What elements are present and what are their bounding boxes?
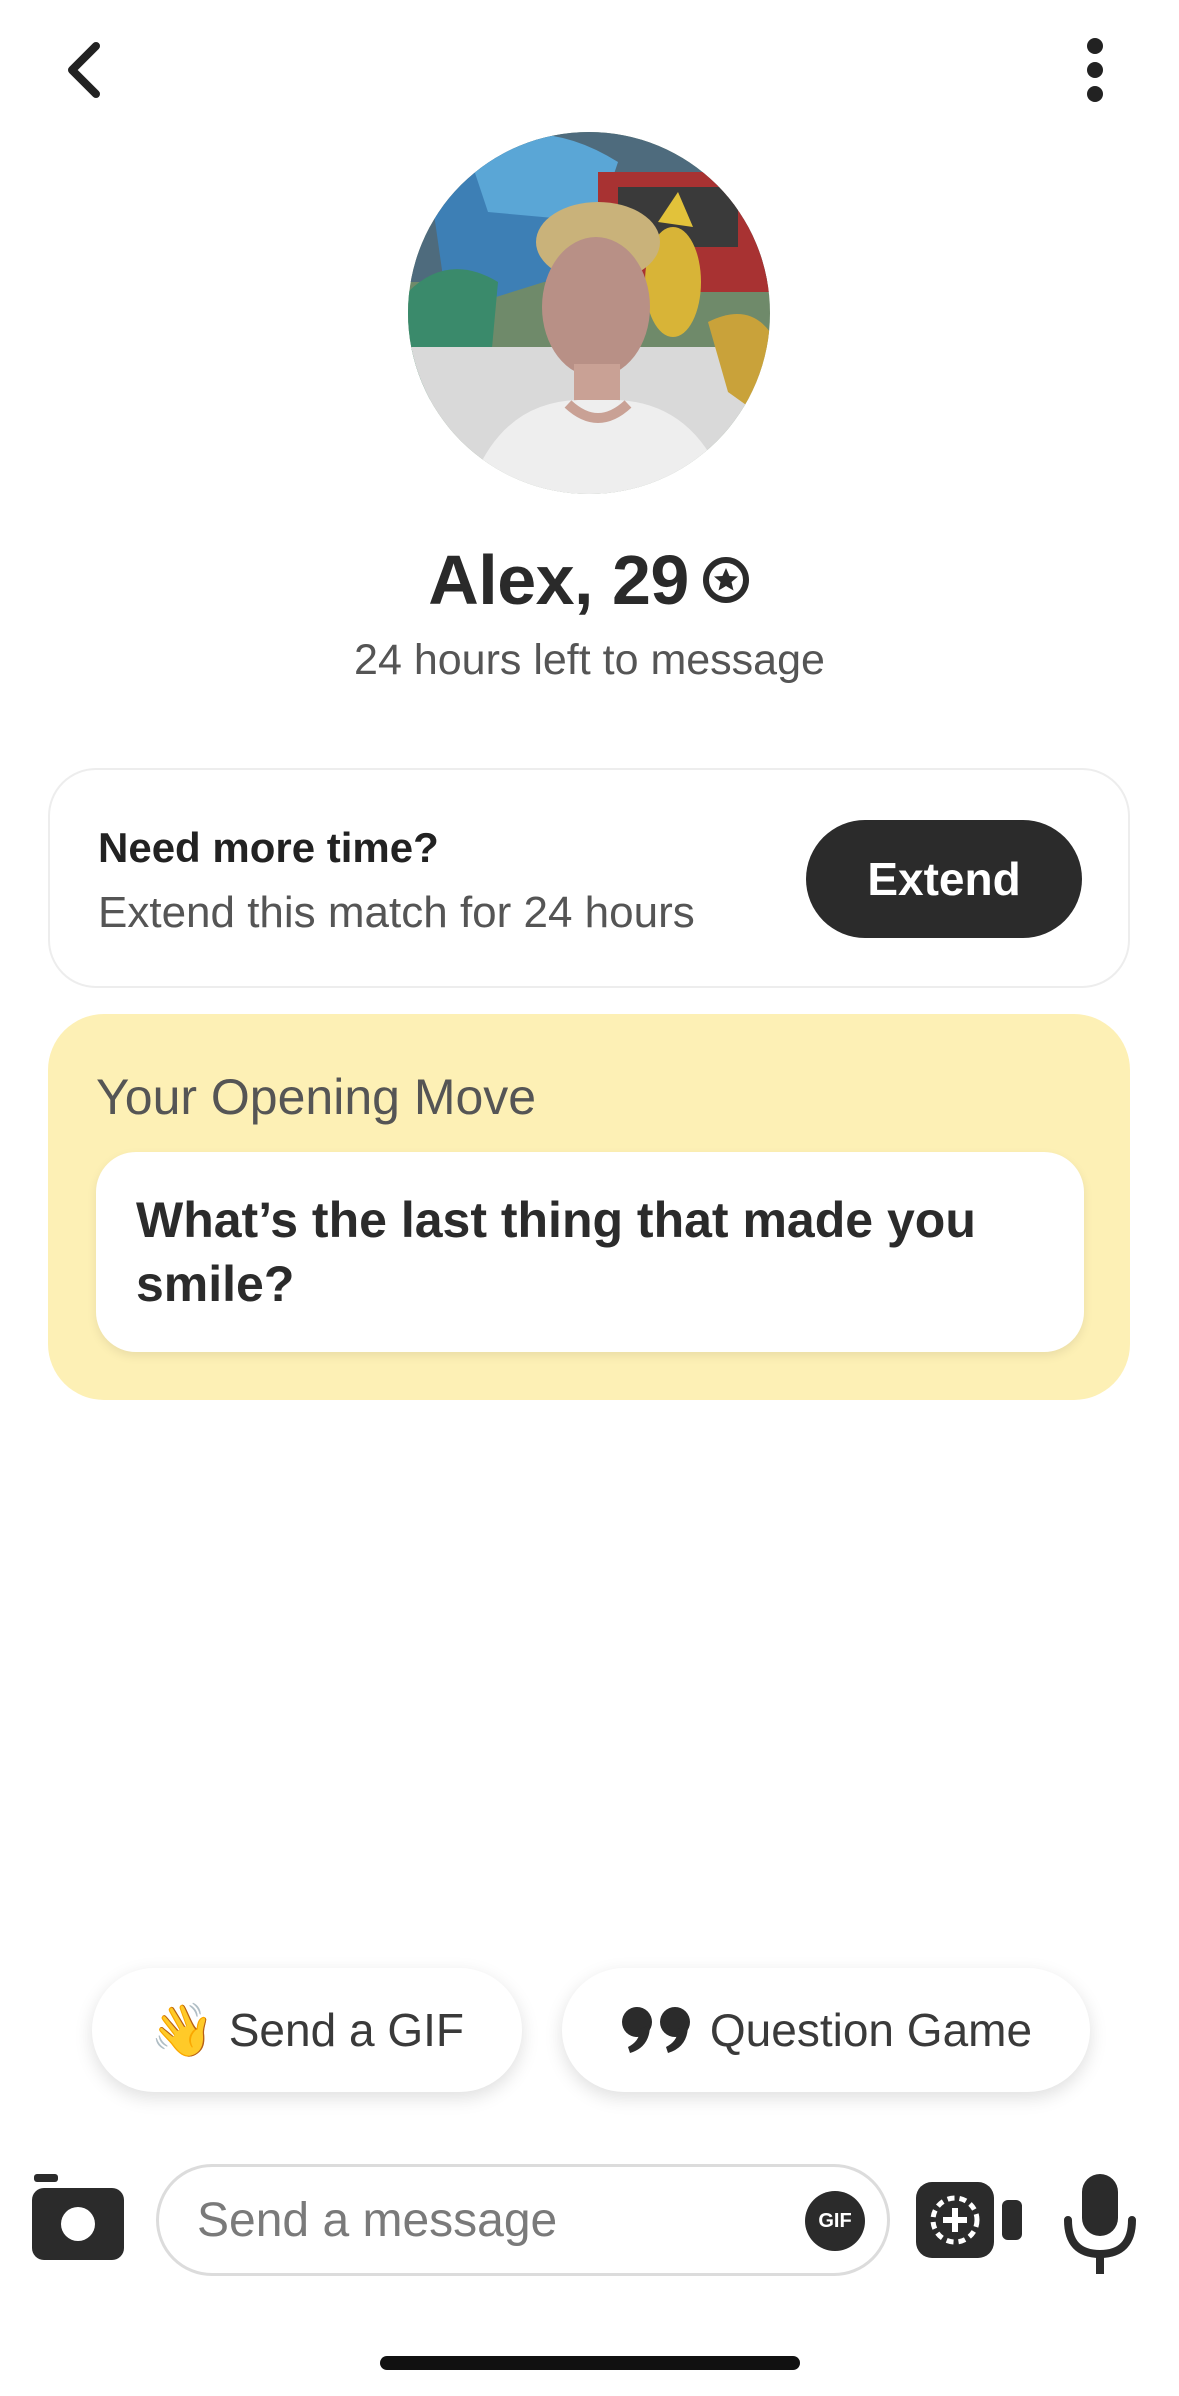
opening-move-label: Your Opening Move (96, 1069, 537, 1125)
profile-avatar[interactable] (408, 132, 770, 494)
extend-button[interactable]: Extend (806, 820, 1082, 938)
send-gif-button[interactable]: 👋 Send a GIF (92, 1968, 522, 2092)
gif-picker-button[interactable]: GIF (805, 2191, 865, 2251)
profile-name: Alex, 29 (428, 541, 689, 619)
message-input[interactable] (195, 2191, 759, 2249)
chat-screen: Alex, 29 24 hours left to message Need m… (0, 0, 1179, 2396)
more-options-button[interactable] (1047, 22, 1143, 118)
camera-button[interactable] (28, 2170, 128, 2270)
message-input-wrapper[interactable]: GIF (156, 2164, 890, 2276)
avatar-photo (408, 132, 770, 494)
home-indicator (380, 2356, 800, 2370)
microphone-icon (1064, 2174, 1136, 2274)
back-button[interactable] (36, 22, 132, 118)
question-game-button[interactable]: Question Game (562, 1968, 1090, 2092)
time-left-text: 24 hours left to message (354, 636, 825, 684)
more-vertical-icon (1087, 38, 1103, 102)
profile-name-row: Alex, 29 (0, 540, 1179, 620)
chevron-left-icon (68, 42, 100, 98)
opening-move-card: Your Opening Move What’s the last thing … (48, 1014, 1130, 1400)
video-call-icon (916, 2182, 1022, 2258)
waving-hand-icon: 👋 (150, 2000, 215, 2061)
extend-match-card: Need more time? Extend this match for 24… (48, 768, 1130, 988)
camera-icon (32, 2174, 124, 2260)
question-game-label: Question Game (709, 2004, 1033, 2056)
send-gif-label: Send a GIF (228, 2004, 464, 2056)
verified-badge-icon (701, 555, 751, 605)
extend-title: Need more time? (98, 824, 439, 871)
voice-message-button[interactable] (1060, 2174, 1140, 2276)
opening-move-question[interactable]: What’s the last thing that made you smil… (96, 1152, 1084, 1352)
video-call-button[interactable] (914, 2178, 1026, 2262)
quote-icon (621, 2007, 690, 2053)
extend-subtitle: Extend this match for 24 hours (98, 888, 695, 937)
